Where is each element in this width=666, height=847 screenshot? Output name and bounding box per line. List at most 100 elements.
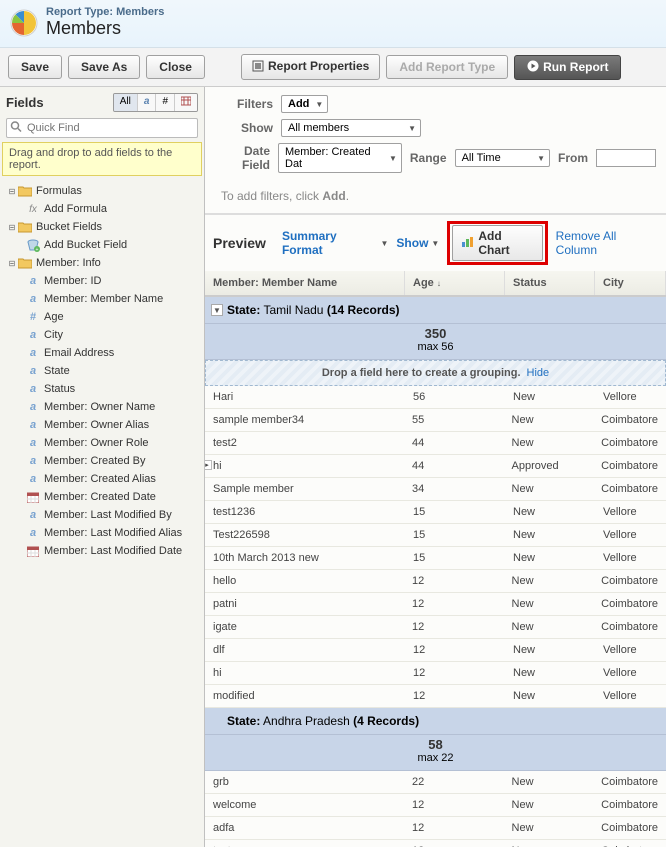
report-properties-button[interactable]: Report Properties <box>241 54 380 80</box>
field-item[interactable]: aCity <box>4 326 200 344</box>
group-header[interactable]: State: Andhra Pradesh (4 Records) <box>205 708 666 735</box>
tree-member-info[interactable]: ⊟Member: Info <box>4 254 200 272</box>
field-item[interactable]: aMember: Created By <box>4 452 200 470</box>
table-row[interactable]: hi12NewVellore <box>205 662 666 685</box>
tree-bucket[interactable]: ⊟Bucket Fields <box>4 218 200 236</box>
group-summary: 350max 56 <box>205 324 666 360</box>
field-item[interactable]: aMember: Created Alias <box>4 470 200 488</box>
cell-name: grb <box>205 776 404 788</box>
field-item[interactable]: #Age <box>4 308 200 326</box>
table-row[interactable]: ▸hi44ApprovedCoimbatore <box>205 455 666 478</box>
date-field-select[interactable]: Member: Created Dat▼ <box>278 143 402 173</box>
field-label: Email Address <box>44 347 114 359</box>
row-handle-icon[interactable]: ▸ <box>205 460 212 470</box>
fields-sidebar: Fields All a # Drag and drop to add fiel… <box>0 87 205 847</box>
from-input[interactable] <box>596 149 656 167</box>
tab-date[interactable] <box>174 94 197 111</box>
table-row[interactable]: test12NewCoimbatore <box>205 840 666 847</box>
cell-city: Coimbatore <box>593 598 666 610</box>
table-row[interactable]: Sample member34NewCoimbatore <box>205 478 666 501</box>
cell-name: Test226598 <box>205 529 405 541</box>
drop-grouping-zone[interactable]: Drop a field here to create a grouping.H… <box>205 360 666 386</box>
show-select[interactable]: All members▼ <box>281 119 421 137</box>
table-row[interactable]: test123615NewVellore <box>205 501 666 524</box>
close-button[interactable]: Close <box>146 55 205 79</box>
field-item[interactable]: aEmail Address <box>4 344 200 362</box>
add-chart-button[interactable]: Add Chart <box>452 225 542 261</box>
tab-a[interactable]: a <box>137 94 156 111</box>
field-item[interactable]: Member: Last Modified Date <box>4 542 200 560</box>
table-row[interactable]: adfa12NewCoimbatore <box>205 817 666 840</box>
table-row[interactable]: hello12NewCoimbatore <box>205 570 666 593</box>
logo-icon <box>10 9 38 37</box>
field-item[interactable]: aStatus <box>4 380 200 398</box>
col-member-name[interactable]: Member: Member Name <box>205 271 405 295</box>
col-city[interactable]: City <box>595 271 666 295</box>
cell-city: Vellore <box>595 690 666 702</box>
table-row[interactable]: modified12NewVellore <box>205 685 666 708</box>
cell-status: New <box>505 529 595 541</box>
cell-status: Approved <box>504 460 594 472</box>
text-field-icon: a <box>26 274 40 288</box>
chevron-down-icon: ▼ <box>537 154 545 163</box>
range-select[interactable]: All Time▼ <box>455 149 550 167</box>
field-label: Age <box>44 311 64 323</box>
folder-icon <box>18 184 32 198</box>
field-item[interactable]: aState <box>4 362 200 380</box>
cell-city: Coimbatore <box>593 621 666 633</box>
table-row[interactable]: sample member3455NewCoimbatore <box>205 409 666 432</box>
field-item[interactable]: aMember: Owner Name <box>4 398 200 416</box>
add-report-type-button[interactable]: Add Report Type <box>386 55 508 79</box>
collapse-icon: ⊟ <box>8 223 16 231</box>
cell-city: Vellore <box>595 506 666 518</box>
table-row[interactable]: Test22659815NewVellore <box>205 524 666 547</box>
tab-hash[interactable]: # <box>155 94 174 111</box>
add-filter-button[interactable]: Add▼ <box>281 95 328 113</box>
cell-city: Vellore <box>595 529 666 541</box>
table-row[interactable]: test244NewCoimbatore <box>205 432 666 455</box>
col-status[interactable]: Status <box>505 271 595 295</box>
field-item[interactable]: aMember: Member Name <box>4 290 200 308</box>
summary-format-menu[interactable]: Summary Format▼ <box>282 229 388 257</box>
table-row[interactable]: patni12NewCoimbatore <box>205 593 666 616</box>
save-button[interactable]: Save <box>8 55 62 79</box>
save-as-button[interactable]: Save As <box>68 55 140 79</box>
cell-age: 15 <box>405 529 505 541</box>
field-item[interactable]: aMember: Owner Role <box>4 434 200 452</box>
hide-drop-link[interactable]: Hide <box>527 367 550 379</box>
quick-find-input[interactable] <box>6 118 198 138</box>
field-item[interactable]: Member: Created Date <box>4 488 200 506</box>
cell-name: hello <box>205 575 404 587</box>
table-row[interactable]: 10th March 2013 new15NewVellore <box>205 547 666 570</box>
cell-age: 12 <box>405 690 505 702</box>
tree-add-formula[interactable]: fxAdd Formula <box>4 200 200 218</box>
tab-all[interactable]: All <box>114 94 137 111</box>
col-age[interactable]: Age ↓ <box>405 271 505 295</box>
collapse-group-icon[interactable]: ▼ <box>211 304 223 316</box>
text-field-icon: a <box>26 418 40 432</box>
tree-add-bucket[interactable]: +Add Bucket Field <box>4 236 200 254</box>
table-row[interactable]: igate12NewCoimbatore <box>205 616 666 639</box>
cell-name: igate <box>205 621 404 633</box>
field-item[interactable]: aMember: Last Modified Alias <box>4 524 200 542</box>
cell-city: Vellore <box>595 667 666 679</box>
formula-icon: fx <box>26 202 40 216</box>
folder-icon <box>18 220 32 234</box>
run-report-button[interactable]: Run Report <box>514 55 621 80</box>
field-item[interactable]: aMember: ID <box>4 272 200 290</box>
table-row[interactable]: welcome12NewCoimbatore <box>205 794 666 817</box>
group-header[interactable]: ▼State: Tamil Nadu (14 Records) <box>205 297 666 324</box>
field-label: Member: Member Name <box>44 293 163 305</box>
field-label: State <box>44 365 70 377</box>
show-menu[interactable]: Show▼ <box>396 236 439 250</box>
field-item[interactable]: aMember: Last Modified By <box>4 506 200 524</box>
cell-name: welcome <box>205 799 404 811</box>
table-row[interactable]: dlf12NewVellore <box>205 639 666 662</box>
field-item[interactable]: aMember: Owner Alias <box>4 416 200 434</box>
table-row[interactable]: grb22NewCoimbatore <box>205 771 666 794</box>
header: Report Type: Members Members <box>0 0 666 48</box>
tree-formulas[interactable]: ⊟Formulas <box>4 182 200 200</box>
remove-all-columns-link[interactable]: Remove All Column <box>556 229 658 257</box>
table-row[interactable]: Hari56NewVellore <box>205 386 666 409</box>
text-field-icon: a <box>26 436 40 450</box>
